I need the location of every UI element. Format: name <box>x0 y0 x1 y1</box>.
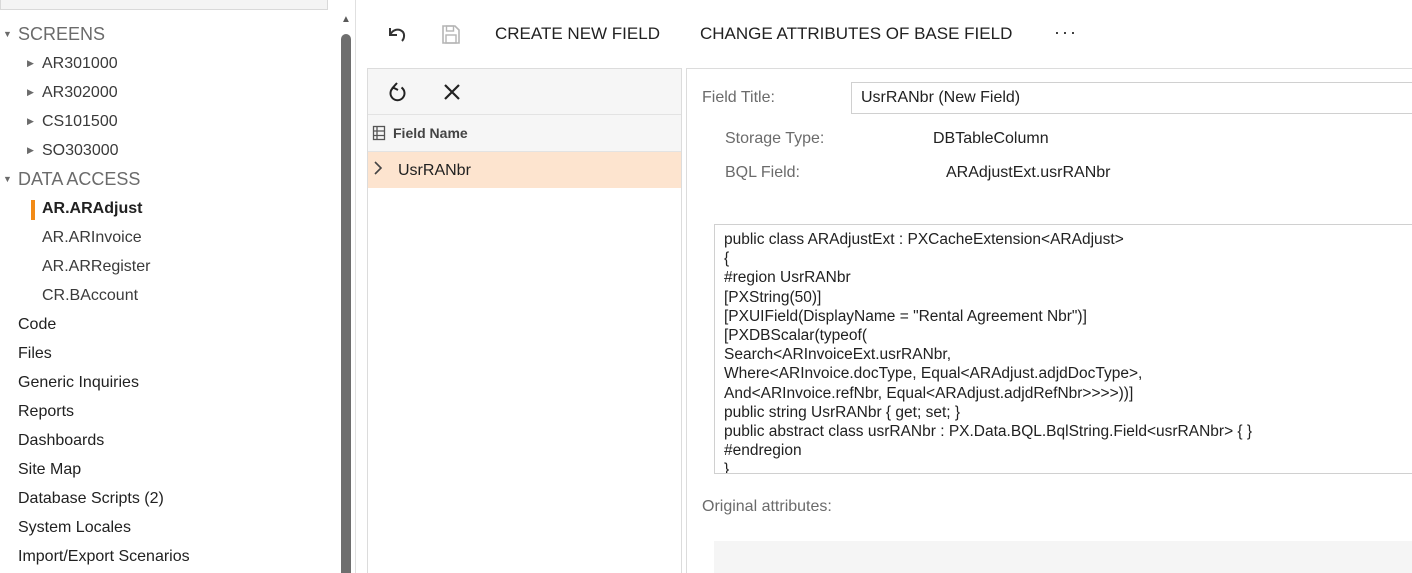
row-field-name: UsrRANbr <box>398 162 471 179</box>
tree-item-site-map[interactable]: Site Map <box>0 455 340 484</box>
code-line: #endregion <box>724 442 802 460</box>
caret-down-icon[interactable]: ▼ <box>3 165 12 194</box>
table-row[interactable]: UsrRANbr <box>368 152 681 188</box>
tree-item-so303000[interactable]: ▶ SO303000 <box>0 136 340 165</box>
tree-item-label: SO303000 <box>42 142 119 159</box>
undo-icon[interactable] <box>384 22 408 46</box>
grid-header: Field Name <box>368 115 681 152</box>
tree-item-label: Code <box>18 316 57 333</box>
tree-item-label: Database Scripts (2) <box>18 490 164 507</box>
create-new-field-button[interactable]: CREATE NEW FIELD <box>495 22 660 46</box>
storage-type-value: DBTableColumn <box>933 130 1049 147</box>
tree-item-code[interactable]: Code <box>0 310 340 339</box>
tree-item-cr-baccount[interactable]: CR.BAccount <box>0 281 340 310</box>
original-attributes-label: Original attributes: <box>702 498 832 515</box>
original-attributes-box[interactable] <box>714 541 1412 573</box>
tree-item-ar301000[interactable]: ▶ AR301000 <box>0 49 340 78</box>
field-details-panel: Field Title: Storage Type: DBTableColumn… <box>686 68 1412 573</box>
tree-item-label: AR302000 <box>42 84 118 101</box>
tree-item-ar302000[interactable]: ▶ AR302000 <box>0 78 340 107</box>
field-title-label: Field Title: <box>702 89 775 106</box>
tree-item-label: AR301000 <box>42 55 118 72</box>
tree-item-label: Import/Export Scenarios <box>18 548 190 565</box>
tree-item-label: AR.ARInvoice <box>42 229 142 246</box>
chevron-right-icon[interactable] <box>373 160 383 180</box>
tree-item-label: Generic Inquiries <box>18 374 139 391</box>
tree-item-label: DATA ACCESS <box>18 169 141 189</box>
tree-item-cs101500[interactable]: ▶ CS101500 <box>0 107 340 136</box>
refresh-icon[interactable] <box>388 81 408 103</box>
tree-item-label: Site Map <box>18 461 82 478</box>
bql-field-value: ARAdjustExt.usrRANbr <box>946 164 1111 181</box>
code-line: #region UsrRANbr <box>724 269 851 287</box>
tree-item-screens[interactable]: ▼ SCREENS <box>0 20 340 49</box>
tree-item-reports[interactable]: Reports <box>0 397 340 426</box>
tree-item-generic-inquiries[interactable]: Generic Inquiries <box>0 368 340 397</box>
field-title-input[interactable] <box>851 82 1412 114</box>
caret-right-icon[interactable]: ▶ <box>27 78 34 107</box>
grid-toolbar <box>368 69 681 115</box>
change-attributes-of-base-field-button[interactable]: CHANGE ATTRIBUTES OF BASE FIELD <box>700 22 1012 46</box>
code-line: Where<ARInvoice.docType, Equal<ARAdjust.… <box>724 365 1143 383</box>
selection-indicator <box>31 200 35 220</box>
project-tree-panel: ▼ SCREENS ▶ AR301000 ▶ AR302000 ▶ CS101500 ▶ SO30… <box>0 0 356 573</box>
caret-right-icon[interactable]: ▶ <box>27 107 34 136</box>
tree-item-database-scripts-2[interactable]: Database Scripts (2) <box>0 484 340 513</box>
column-settings-icon[interactable] <box>372 125 386 141</box>
tree-item-label: Dashboards <box>18 432 105 449</box>
tree-item-dashboards[interactable]: Dashboards <box>0 426 340 455</box>
tree-item-label: Reports <box>18 403 75 420</box>
field-code-editor[interactable]: public class ARAdjustExt : PXCacheExtens… <box>714 224 1412 474</box>
code-line: public abstract class usrRANbr : PX.Data… <box>724 423 1253 441</box>
code-line: [PXDBScalar(typeof( <box>724 327 867 345</box>
storage-type-label: Storage Type: <box>725 130 825 147</box>
code-line: { <box>724 250 730 268</box>
tree-item-data-access[interactable]: ▼ DATA ACCESS <box>0 165 340 194</box>
tree-item-files[interactable]: Files <box>0 339 340 368</box>
caret-right-icon[interactable]: ▶ <box>27 136 34 165</box>
bql-field-label: BQL Field: <box>725 164 800 181</box>
tree-item-label: AR.ARAdjust <box>42 200 143 217</box>
tree-item-system-locales[interactable]: System Locales <box>0 513 340 542</box>
code-line: [PXUIField(DisplayName = "Rental Agreeme… <box>724 307 1087 325</box>
tree-item-ar-aradjust[interactable]: AR.ARAdjust <box>0 194 340 223</box>
code-line: Search<ARInvoiceExt.usrRANbr, <box>724 346 951 364</box>
tree-item-ar-arinvoice[interactable]: AR.ARInvoice <box>0 223 340 252</box>
scrollbar-thumb[interactable] <box>341 34 351 573</box>
tree-item-label: CS101500 <box>42 113 118 130</box>
tree-item-label: System Locales <box>18 519 131 536</box>
tree-item-label: Files <box>18 345 52 362</box>
close-icon[interactable] <box>442 81 462 103</box>
tree-item-ar-arregister[interactable]: AR.ARRegister <box>0 252 340 281</box>
scroll-up-arrow-icon[interactable]: ▲ <box>341 14 351 25</box>
code-line: } <box>724 461 730 474</box>
save-icon[interactable] <box>440 22 462 46</box>
tree-header-bar <box>0 0 328 10</box>
tree-item-label: AR.ARRegister <box>42 258 151 275</box>
caret-right-icon[interactable]: ▶ <box>27 49 34 78</box>
tree-item-label: CR.BAccount <box>42 287 139 304</box>
tree-item-label: SCREENS <box>18 24 106 44</box>
tree-scrollbar[interactable]: ▲ <box>340 14 352 573</box>
code-line: [PXString(50)] <box>724 288 822 306</box>
project-tree: ▼ SCREENS ▶ AR301000 ▶ AR302000 ▶ CS101500 ▶ SO30… <box>0 20 340 571</box>
field-list-panel: Field Name UsrRANbr <box>367 68 682 573</box>
caret-down-icon[interactable]: ▼ <box>3 20 12 49</box>
more-actions-button[interactable]: ··· <box>1054 20 1078 44</box>
column-header-field-name[interactable]: Field Name <box>393 115 468 152</box>
code-line: public class ARAdjustExt : PXCacheExtens… <box>724 231 1124 248</box>
tree-item-import-export-scenarios[interactable]: Import/Export Scenarios <box>0 542 340 571</box>
code-line: And<ARInvoice.refNbr, Equal<ARAdjust.adj… <box>724 384 1134 402</box>
code-line: public string UsrRANbr { get; set; } <box>724 403 961 421</box>
main-toolbar: CREATE NEW FIELD CHANGE ATTRIBUTES OF BA… <box>366 0 1412 68</box>
